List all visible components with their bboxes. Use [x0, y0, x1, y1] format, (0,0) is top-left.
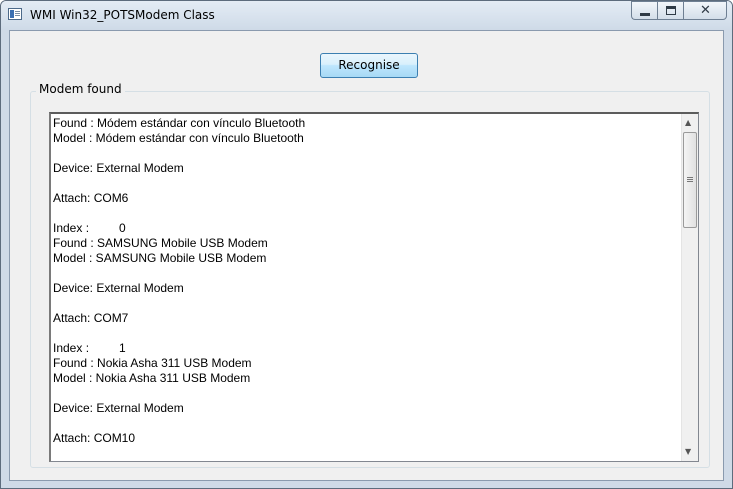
title-bar[interactable]: WMI Win32_POTSModem Class ✕	[1, 1, 732, 29]
recognise-button[interactable]: Recognise	[320, 53, 418, 78]
minimize-button[interactable]	[631, 1, 657, 20]
output-textarea[interactable]: Found : Módem estándar con vínculo Bluet…	[49, 112, 699, 462]
client-area: Recognise Modem found Found : Módem está…	[9, 30, 724, 481]
scroll-down-icon[interactable]: ▼	[685, 447, 691, 457]
group-label: Modem found	[36, 82, 125, 96]
caption-buttons: ✕	[631, 1, 727, 21]
vertical-scrollbar[interactable]: ▲ ▼	[681, 114, 698, 461]
close-button[interactable]: ✕	[683, 1, 727, 20]
grip-icon	[687, 177, 693, 178]
scroll-thumb[interactable]	[683, 132, 697, 228]
window-title: WMI Win32_POTSModem Class	[30, 8, 215, 22]
close-icon: ✕	[700, 3, 711, 18]
maximize-icon	[666, 6, 676, 15]
app-window: WMI Win32_POTSModem Class ✕ Recognise Mo…	[0, 0, 733, 489]
maximize-button[interactable]	[657, 1, 683, 20]
minimize-icon	[640, 13, 650, 16]
scroll-up-icon[interactable]: ▲	[685, 118, 691, 128]
app-icon[interactable]	[8, 8, 22, 20]
output-text[interactable]: Found : Módem estándar con vínculo Bluet…	[53, 116, 678, 446]
